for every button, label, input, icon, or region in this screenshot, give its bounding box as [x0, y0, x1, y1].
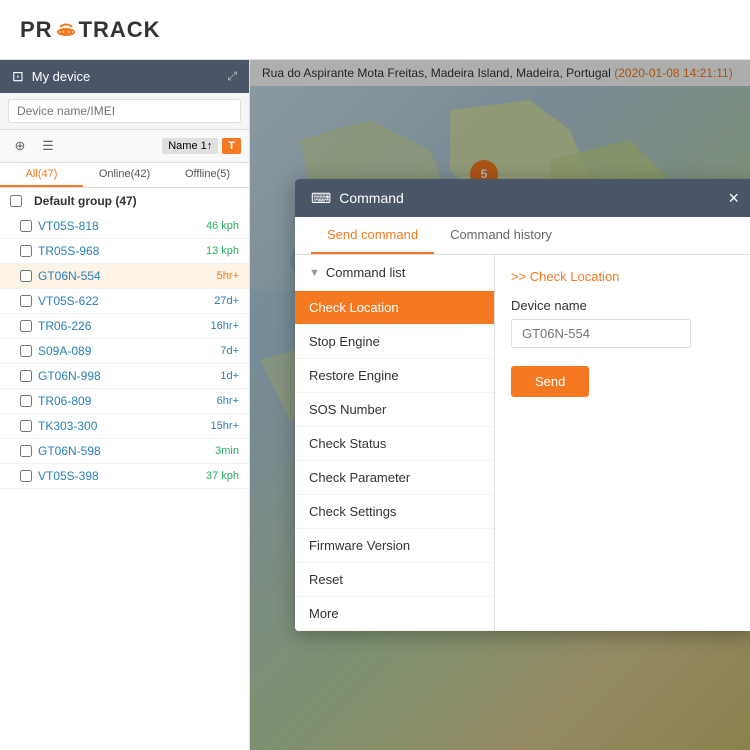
- command-item-stop-engine[interactable]: Stop Engine: [295, 325, 494, 359]
- command-item-check-status[interactable]: Check Status: [295, 427, 494, 461]
- device-item-left: VT05S-622: [20, 294, 99, 308]
- device-item-left: VT05S-398: [20, 469, 99, 483]
- dialog-header: ⌨ Command ×: [295, 179, 750, 217]
- device-name-label: Device name: [511, 298, 739, 313]
- tab-offline[interactable]: Offline(5): [166, 163, 249, 187]
- sidebar-title: My device: [32, 69, 91, 84]
- device-checkbox[interactable]: [20, 245, 32, 257]
- group-checkbox[interactable]: [10, 195, 22, 207]
- device-list: Default group (47) VT05S-818 46 kph TR05…: [0, 188, 249, 750]
- device-item-left: S09A-089: [20, 344, 91, 358]
- main-container: ⊡ My device ⤢ ⊕ ☰ Name 1↑ T All(47) Onli…: [0, 60, 750, 750]
- app-header: PR TRACK: [0, 0, 750, 60]
- device-checkbox[interactable]: [20, 320, 32, 332]
- monitor-icon: ⊡: [12, 68, 24, 85]
- device-item-left: TR06-809: [20, 394, 91, 408]
- command-items: Check Location Stop Engine Restore Engin…: [295, 291, 494, 631]
- sidebar: ⊡ My device ⤢ ⊕ ☰ Name 1↑ T All(47) Onli…: [0, 60, 250, 750]
- toolbar-list-btn[interactable]: ☰: [36, 134, 60, 158]
- command-item-check-settings[interactable]: Check Settings: [295, 495, 494, 529]
- device-item-left: TK303-300: [20, 419, 97, 433]
- device-checkbox[interactable]: [20, 345, 32, 357]
- list-item[interactable]: GT06N-554 5hr+: [0, 264, 249, 289]
- command-item-more[interactable]: More: [295, 597, 494, 631]
- toolbar-sort: Name 1↑ T: [162, 138, 241, 154]
- toolbar-pin-btn[interactable]: ⊕: [8, 134, 32, 158]
- dialog-title: Command: [339, 190, 404, 206]
- command-icon: ⌨: [311, 190, 331, 207]
- logo: PR TRACK: [20, 17, 161, 43]
- sidebar-header: ⊡ My device ⤢: [0, 60, 249, 93]
- map-area: Rua do Aspirante Mota Freitas, Madeira I…: [250, 60, 750, 750]
- sidebar-header-icons: ⤢: [227, 69, 237, 84]
- device-item-left: GT06N-598: [20, 444, 101, 458]
- dialog-close-button[interactable]: ×: [728, 189, 739, 207]
- device-item-left: GT06N-998: [20, 369, 101, 383]
- logo-icon: [54, 18, 78, 42]
- sidebar-tabs: All(47) Online(42) Offline(5): [0, 163, 249, 188]
- command-list-panel: ▼ Command list Check Location Stop Engin…: [295, 255, 495, 631]
- resize-icon: ⤢: [227, 69, 237, 84]
- device-checkbox[interactable]: [20, 445, 32, 457]
- list-item[interactable]: GT06N-598 3min: [0, 439, 249, 464]
- dialog-header-left: ⌨ Command: [311, 190, 404, 207]
- list-item[interactable]: VT05S-398 37 kph: [0, 464, 249, 489]
- list-item[interactable]: GT06N-998 1d+: [0, 364, 249, 389]
- command-item-check-location[interactable]: Check Location: [295, 291, 494, 325]
- sidebar-search[interactable]: [0, 93, 249, 130]
- command-item-restore-engine[interactable]: Restore Engine: [295, 359, 494, 393]
- command-list-header: ▼ Command list: [295, 255, 494, 291]
- list-item[interactable]: S09A-089 7d+: [0, 339, 249, 364]
- list-item[interactable]: TR06-226 16hr+: [0, 314, 249, 339]
- sidebar-toolbar: ⊕ ☰ Name 1↑ T: [0, 130, 249, 163]
- sort-button[interactable]: Name 1↑: [162, 138, 218, 154]
- command-item-firmware-version[interactable]: Firmware Version: [295, 529, 494, 563]
- device-item-left: TR05S-968: [20, 244, 99, 258]
- dialog-body: ▼ Command list Check Location Stop Engin…: [295, 255, 750, 631]
- device-checkbox[interactable]: [20, 370, 32, 382]
- sidebar-header-left: ⊡ My device: [12, 68, 90, 85]
- device-checkbox[interactable]: [20, 220, 32, 232]
- command-right-panel: >> Check Location Device name Send: [495, 255, 750, 631]
- logo-track: TRACK: [79, 17, 161, 43]
- device-checkbox[interactable]: [20, 420, 32, 432]
- device-group: Default group (47): [0, 188, 249, 214]
- list-item[interactable]: VT05S-622 27d+: [0, 289, 249, 314]
- tab-send-command[interactable]: Send command: [311, 217, 434, 254]
- device-item-left: TR06-226: [20, 319, 91, 333]
- device-name-input[interactable]: [511, 319, 691, 348]
- list-item[interactable]: TR06-809 6hr+: [0, 389, 249, 414]
- device-item-left: GT06N-554: [20, 269, 101, 283]
- dialog-tabs: Send command Command history: [295, 217, 750, 255]
- search-input[interactable]: [8, 99, 241, 123]
- logo-pro: PR: [20, 17, 53, 43]
- device-item-left: VT05S-818: [20, 219, 99, 233]
- tab-all[interactable]: All(47): [0, 163, 83, 187]
- send-button[interactable]: Send: [511, 366, 589, 397]
- device-checkbox[interactable]: [20, 295, 32, 307]
- command-item-check-parameter[interactable]: Check Parameter: [295, 461, 494, 495]
- tab-online[interactable]: Online(42): [83, 163, 166, 187]
- tab-command-history[interactable]: Command history: [434, 217, 568, 254]
- device-checkbox[interactable]: [20, 470, 32, 482]
- filter-button[interactable]: T: [222, 138, 241, 154]
- device-checkbox[interactable]: [20, 395, 32, 407]
- command-dialog: ⌨ Command × Send command Command history…: [295, 179, 750, 631]
- list-item[interactable]: TK303-300 15hr+: [0, 414, 249, 439]
- device-checkbox[interactable]: [20, 270, 32, 282]
- selected-command-label: >> Check Location: [511, 269, 739, 284]
- list-item[interactable]: TR05S-968 13 kph: [0, 239, 249, 264]
- command-item-reset[interactable]: Reset: [295, 563, 494, 597]
- chevron-down-icon: ▼: [309, 267, 320, 279]
- command-item-sos-number[interactable]: SOS Number: [295, 393, 494, 427]
- device-name-field: Device name: [511, 298, 739, 348]
- list-item[interactable]: VT05S-818 46 kph: [0, 214, 249, 239]
